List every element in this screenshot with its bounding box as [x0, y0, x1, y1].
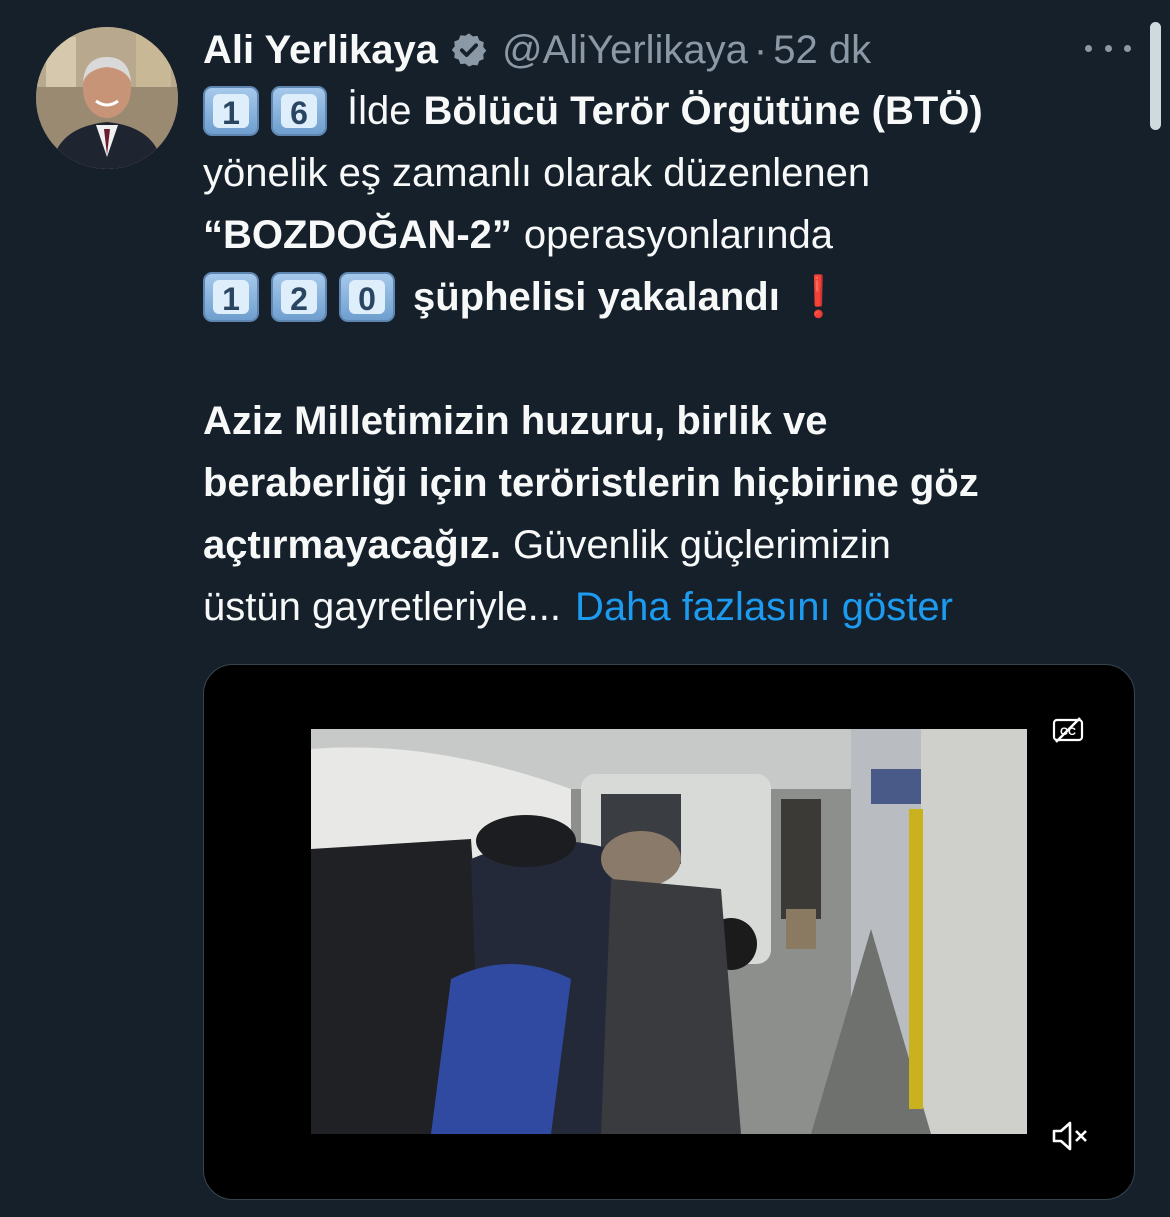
tweet-text: 1 6 İlde Bölücü Terör Örgütüne (BTÖ) yön… [203, 80, 1133, 638]
tweet-line: Aziz Milletimizin huzuru, birlik ve [203, 390, 1133, 452]
tweet-text-plain: yönelik eş zamanlı olarak düzenlenen [203, 151, 871, 195]
scrollbar-thumb[interactable] [1150, 22, 1161, 130]
video-frame[interactable] [311, 729, 1027, 1134]
tweet-text-bold: beraberliği için teröristlerin hiçbirine… [203, 461, 979, 505]
author-handle[interactable]: @AliYerlikaya [502, 28, 748, 73]
author-avatar[interactable] [36, 27, 178, 169]
verified-badge-icon [451, 33, 487, 67]
tweet-header: Ali Yerlikaya @AliYerlikaya · 52 dk [203, 22, 871, 78]
header-separator: · [753, 27, 768, 72]
tweet-text-plain: Güvenlik güçlerimizin [512, 523, 891, 567]
tweet-text-bold: Aziz Milletimizin huzuru, birlik ve [203, 399, 828, 443]
author-name[interactable]: Ali Yerlikaya [203, 28, 438, 73]
tweet-line: “BOZDOĞAN-2” operasyonlarında [203, 204, 1133, 266]
tweet-line: açtırmayacağız. Güvenlik güçlerimizin [203, 514, 1133, 576]
tweet-text-plain: operasyonlarında [523, 213, 833, 257]
keycap-digit-icon: 1 [203, 86, 259, 136]
tweet-timestamp[interactable]: 52 dk [773, 28, 871, 73]
tweet-line: 1 2 0 şüphelisi yakalandı ❗ [203, 266, 1133, 328]
tweet-line: üstün gayretleriyle... Daha fazlasını gö… [203, 576, 1133, 638]
tweet-line: beraberliği için teröristlerin hiçbirine… [203, 452, 1133, 514]
avatar-photo [36, 27, 178, 169]
keycap-digit-icon: 1 [203, 272, 259, 322]
video-player[interactable]: CC [203, 664, 1135, 1200]
more-dot [1085, 44, 1092, 52]
exclamation-emoji-icon: ❗ [793, 275, 844, 319]
tweet-line: yönelik eş zamanlı olarak düzenlenen [203, 142, 1133, 204]
volume-muted-icon[interactable] [1050, 1119, 1090, 1153]
tweet-text-plain: üstün gayretleriyle... [203, 585, 561, 629]
more-dot [1124, 44, 1131, 52]
tweet-line: 1 6 İlde Bölücü Terör Örgütüne (BTÖ) [203, 80, 1133, 142]
tweet-text-bold: “BOZDOĞAN-2” [203, 213, 512, 257]
video-still-image [311, 729, 1027, 1134]
tweet-text-plain: İlde [347, 89, 412, 133]
closed-captions-off-icon[interactable]: CC [1052, 716, 1084, 744]
more-options-icon[interactable] [1085, 28, 1131, 68]
tweet-text-bold: Bölücü Terör Örgütüne (BTÖ) [423, 89, 983, 133]
keycap-digit-icon: 6 [271, 86, 327, 136]
keycap-digit-icon: 2 [271, 272, 327, 322]
tweet-text-bold: şüphelisi yakalandı [413, 275, 780, 319]
keycap-digit-icon: 0 [339, 272, 395, 322]
tweet-text-bold: açtırmayacağız. [203, 523, 501, 567]
more-dot [1104, 44, 1112, 52]
show-more-link[interactable]: Daha fazlasını göster [575, 576, 953, 638]
